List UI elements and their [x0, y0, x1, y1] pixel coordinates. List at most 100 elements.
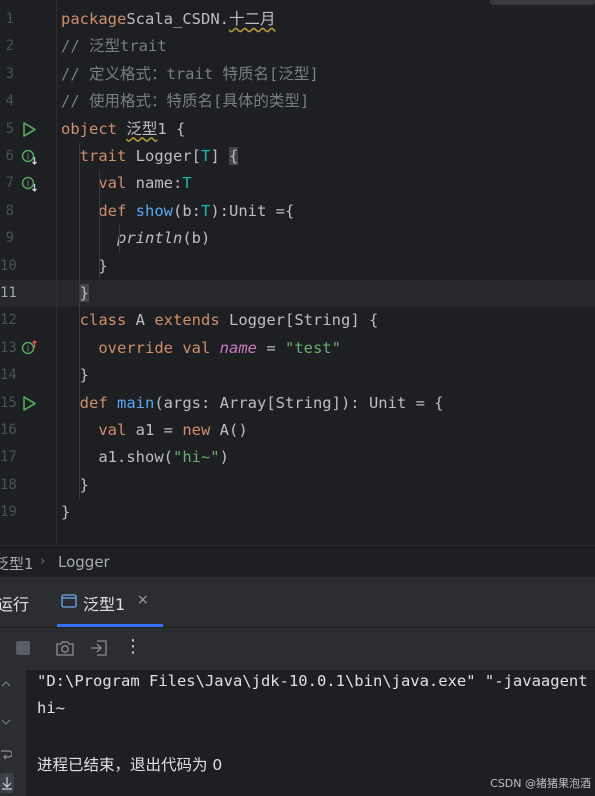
- breadcrumb-trait[interactable]: Logger: [58, 553, 110, 571]
- line-number: 18: [0, 476, 17, 493]
- line-number: 13: [0, 339, 17, 356]
- code-line[interactable]: 1 packageScala_CSDN.十二月: [0, 6, 595, 33]
- code-token: val: [98, 174, 136, 193]
- code-token: def: [79, 393, 117, 412]
- code-line[interactable]: 8 def show(b:T):Unit ={: [0, 198, 595, 225]
- code-line[interactable]: 7 val name:T I: [0, 170, 595, 197]
- console-window-icon: [61, 594, 77, 608]
- code-line[interactable]: 3 // 定义格式：trait 特质名[泛型]: [0, 61, 595, 88]
- stop-icon[interactable]: [13, 638, 33, 658]
- code-token: Logger[String] {: [229, 311, 379, 330]
- code-line[interactable]: 12 class A extends Logger[String] {: [0, 307, 595, 334]
- close-icon[interactable]: ×: [137, 592, 149, 608]
- code-token: println: [117, 229, 183, 248]
- console-line: hi~: [37, 699, 65, 717]
- exit-icon[interactable]: [89, 638, 109, 658]
- code-token: class: [79, 311, 136, 330]
- code-token: name: [219, 338, 257, 357]
- line-number: 12: [0, 312, 17, 329]
- code-token: a1.show(: [61, 448, 173, 467]
- code-line[interactable]: 13 override val name = "test" I: [0, 335, 595, 362]
- code-line[interactable]: 10 }: [0, 253, 595, 280]
- indent-guide: [119, 225, 120, 253]
- code-token: 1 {: [157, 119, 186, 138]
- code-token: ):Unit ={: [210, 201, 295, 220]
- line-number: 4: [5, 93, 14, 110]
- code-line[interactable]: 2 // 泛型trait: [0, 33, 595, 60]
- implemented-icon[interactable]: I: [21, 175, 38, 193]
- code-token: "test": [284, 338, 341, 357]
- code-token: ]: [210, 147, 230, 165]
- soft-wrap-icon[interactable]: [0, 748, 12, 762]
- code-token: 十二月: [228, 10, 276, 28]
- code-editor[interactable]: 1 packageScala_CSDN.十二月 2 // 泛型trait 3 // 定义格…: [0, 0, 595, 545]
- code-line[interactable]: 17 a1.show("hi~"): [0, 444, 595, 471]
- code-token: extends: [154, 311, 229, 330]
- tab-run-config[interactable]: 泛型1 ×: [57, 577, 163, 627]
- code-line[interactable]: 6 trait Logger[T] {I: [0, 143, 595, 170]
- run-toolbar: ⋮: [0, 628, 595, 670]
- console-line: "D:\Program Files\Java\jdk-10.0.1\bin\ja…: [37, 672, 588, 690]
- code-token: A: [135, 311, 155, 330]
- gutter-separator: [56, 0, 57, 545]
- code-token: // 泛型trait: [61, 37, 167, 56]
- line-number: 15: [0, 394, 17, 411]
- line-number: 1: [5, 11, 14, 27]
- code-text: // 定义格式：trait 特质名[泛型]: [61, 61, 319, 88]
- code-token: }: [61, 475, 89, 494]
- tab-active-indicator: [57, 624, 163, 627]
- code-token: override val: [98, 338, 220, 357]
- code-token: package: [61, 10, 127, 28]
- code-line[interactable]: 15 def main(args: Array[String]): Unit =…: [0, 390, 595, 417]
- code-text: a1.show("hi~"): [61, 444, 229, 471]
- code-text: object 泛型1 {: [61, 116, 185, 143]
- breadcrumb-object[interactable]: 泛型1: [0, 553, 34, 574]
- code-token: }: [61, 256, 108, 275]
- code-line[interactable]: 19}: [0, 499, 595, 526]
- implemented-icon[interactable]: I: [21, 148, 38, 165]
- code-token: main: [117, 393, 155, 412]
- breadcrumb: 泛型1 › Logger: [0, 545, 595, 578]
- code-line[interactable]: 11 }: [0, 280, 595, 307]
- more-options-icon[interactable]: ⋮: [124, 636, 142, 657]
- run-icon[interactable]: [21, 121, 38, 138]
- code-line[interactable]: 18 }: [0, 472, 595, 499]
- line-number: 8: [5, 202, 14, 219]
- code-line[interactable]: 5 object 泛型1 {: [0, 116, 595, 143]
- line-number: 2: [5, 38, 14, 55]
- watermark: CSDN @猪猪果泡酒: [490, 777, 591, 790]
- code-token: object: [61, 119, 127, 138]
- code-text: override val name = "test": [61, 335, 341, 362]
- code-text: }: [61, 253, 108, 280]
- code-token: Scala_CSDN.: [126, 10, 229, 28]
- tab-label: 泛型1: [83, 595, 126, 614]
- line-number: 17: [0, 449, 17, 466]
- indent-guide: [99, 170, 100, 280]
- camera-icon[interactable]: [55, 638, 75, 658]
- code-token: a1 =: [135, 421, 183, 439]
- code-token: T: [200, 201, 211, 220]
- line-number: 11: [0, 285, 17, 301]
- overrides-icon[interactable]: I: [21, 339, 38, 357]
- console-line: 进程已结束，退出代码为 0: [37, 756, 223, 774]
- up-arrow-icon[interactable]: [0, 678, 12, 690]
- indent-guide: [79, 143, 80, 308]
- code-token: }: [61, 366, 89, 385]
- code-token: (args: Array[String]): Unit = {: [154, 393, 444, 412]
- run-icon[interactable]: [21, 395, 38, 412]
- code-line[interactable]: 9 println(b): [0, 225, 595, 252]
- code-text: println(b): [61, 225, 210, 252]
- code-token: (b:: [172, 201, 201, 220]
- code-token: val: [98, 421, 136, 439]
- code-token: A(): [219, 421, 248, 439]
- code-token: {: [229, 147, 239, 165]
- code-line[interactable]: 16 val a1 = new A(): [0, 417, 595, 444]
- editor-scrollbar[interactable]: [490, 0, 595, 5]
- code-line[interactable]: 4 // 使用格式：特质名[具体的类型]: [0, 88, 595, 115]
- svg-text:I: I: [27, 180, 29, 189]
- down-arrow-icon[interactable]: [0, 716, 12, 728]
- scroll-to-end-button[interactable]: [0, 773, 14, 793]
- code-line[interactable]: 14 }: [0, 362, 595, 389]
